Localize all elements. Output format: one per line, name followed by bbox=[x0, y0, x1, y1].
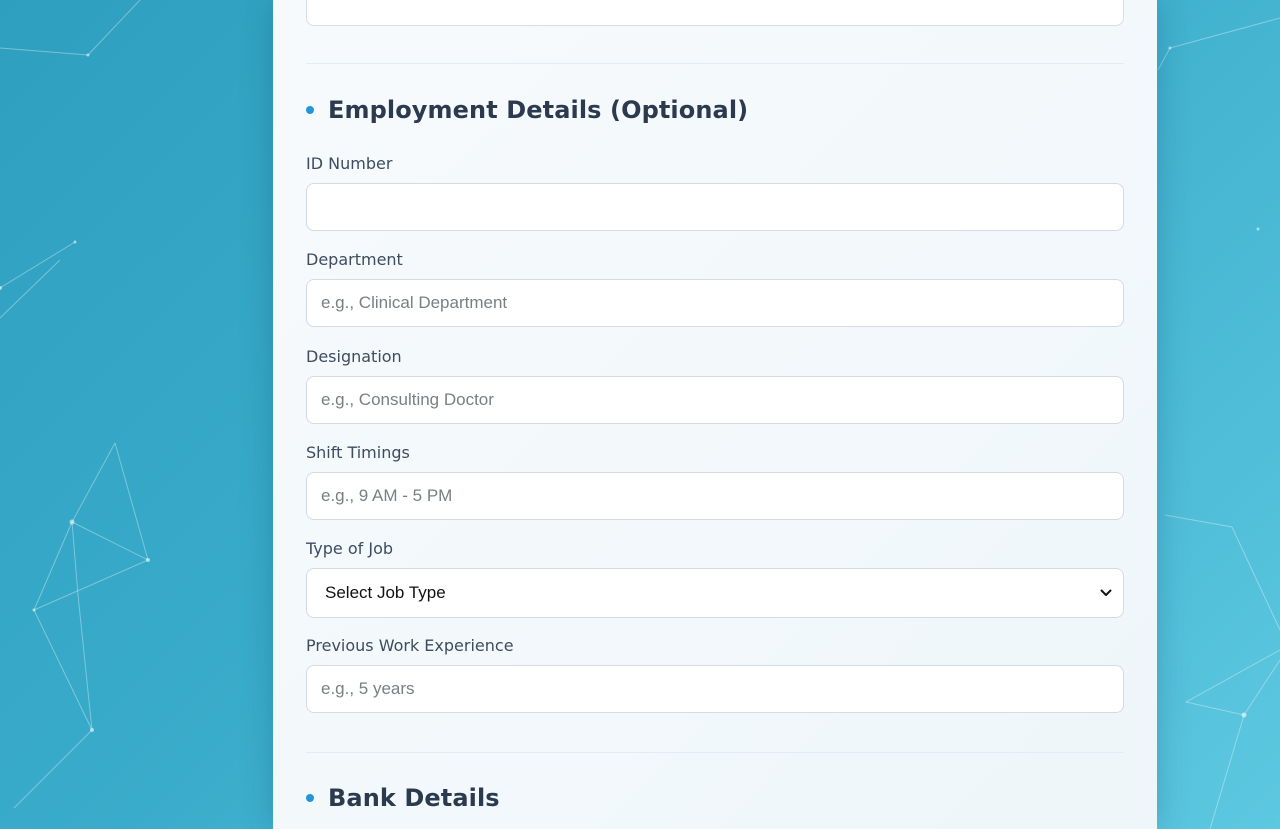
chevron-down-icon bbox=[1099, 586, 1113, 600]
section-divider bbox=[306, 752, 1124, 753]
form-card: Employment Details (Optional) ID Number … bbox=[273, 0, 1157, 829]
job-type-select[interactable]: Select Job Type bbox=[306, 568, 1124, 618]
bank-section-title: Bank Details bbox=[328, 784, 500, 812]
designation-label: Designation bbox=[306, 347, 402, 366]
previous-experience-input[interactable] bbox=[306, 665, 1124, 713]
id-number-label: ID Number bbox=[306, 154, 393, 173]
previous-section-input[interactable] bbox=[306, 0, 1124, 26]
shift-timings-input[interactable] bbox=[306, 472, 1124, 520]
job-type-label: Type of Job bbox=[306, 539, 394, 558]
job-type-selected-value: Select Job Type bbox=[325, 583, 446, 602]
bullet-dot-icon bbox=[306, 106, 314, 114]
designation-input[interactable] bbox=[306, 376, 1124, 424]
previous-experience-label: Previous Work Experience bbox=[306, 636, 514, 655]
id-number-input[interactable] bbox=[306, 183, 1124, 231]
department-input[interactable] bbox=[306, 279, 1124, 327]
employment-section-title: Employment Details (Optional) bbox=[328, 96, 749, 124]
bullet-dot-icon bbox=[306, 794, 314, 802]
section-divider bbox=[306, 63, 1124, 64]
shift-timings-label: Shift Timings bbox=[306, 443, 410, 462]
employment-section-heading: Employment Details (Optional) bbox=[306, 93, 748, 127]
bank-section-heading: Bank Details bbox=[306, 781, 500, 815]
department-label: Department bbox=[306, 250, 403, 269]
